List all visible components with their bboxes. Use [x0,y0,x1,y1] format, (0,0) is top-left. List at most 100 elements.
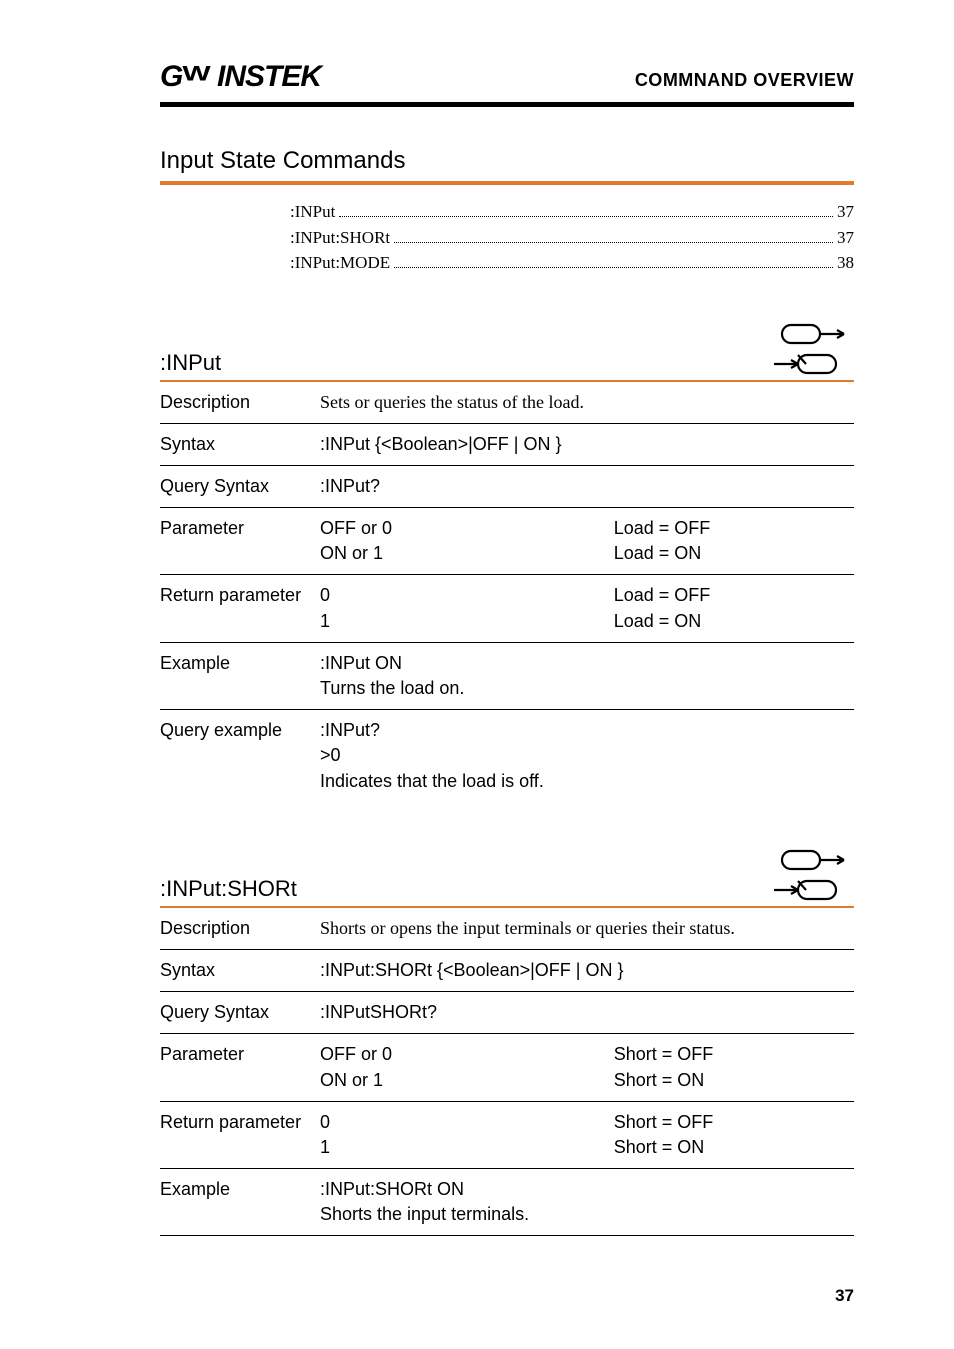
param-meaning: Short = ON [614,1068,854,1093]
row-content: OFF or 0Load = OFFON or 1Load = ON [320,516,854,566]
toc-dots [394,251,833,268]
command-header: :INPut [160,322,854,376]
set-query-icon [764,848,854,902]
detail-row: Parameter OFF or 0Short = OFFON or 1Shor… [160,1034,854,1100]
param-value: OFF or 0 [320,1042,614,1067]
param-meaning: Short = ON [614,1135,854,1160]
param-row: 1Load = ON [320,609,854,634]
command-header: :INPut:SHORt [160,848,854,902]
param-value: 1 [320,609,614,634]
row-content: :INPut?>0Indicates that the load is off. [320,718,854,794]
param-row: 1Short = ON [320,1135,854,1160]
toc-page: 38 [837,250,854,276]
row-content: :INPut {<Boolean>|OFF | ON } [320,432,854,457]
toc-row: :INPut:SHORt37 [290,225,854,251]
param-meaning: Short = OFF [614,1110,854,1135]
toc-label: :INPut [290,199,335,225]
section-divider [160,181,854,185]
detail-row: Return parameter 0Load = OFF1Load = ON [160,575,854,641]
detail-row: Description Sets or queries the status o… [160,382,854,423]
section-heading: Input State Commands [160,147,854,175]
row-label: Description [160,390,320,415]
toc-page: 37 [837,199,854,225]
row-divider [160,1235,854,1236]
row-label: Example [160,651,320,701]
detail-row: Query example :INPut?>0Indicates that th… [160,710,854,802]
param-row: OFF or 0Load = OFF [320,516,854,541]
row-line: :INPut ON [320,651,854,676]
param-row: 0Short = OFF [320,1110,854,1135]
row-content: Shorts or opens the input terminals or q… [320,916,854,941]
param-row: 0Load = OFF [320,583,854,608]
row-line: :INPut:SHORt ON [320,1177,854,1202]
row-label: Return parameter [160,1110,320,1160]
param-meaning: Load = ON [614,541,854,566]
row-label: Description [160,916,320,941]
detail-row: Query Syntax :INPut? [160,466,854,507]
param-value: 0 [320,1110,614,1135]
param-meaning: Short = OFF [614,1042,854,1067]
detail-row: Example :INPut ONTurns the load on. [160,643,854,709]
param-meaning: Load = OFF [614,583,854,608]
brand-logo: GW INSTEK [160,60,321,94]
row-label: Query Syntax [160,474,320,499]
param-value: ON or 1 [320,1068,614,1093]
param-row: ON or 1Load = ON [320,541,854,566]
row-content: Sets or queries the status of the load. [320,390,854,415]
row-label: Query Syntax [160,1000,320,1025]
row-label: Return parameter [160,583,320,633]
command-block: :INPut:SHORt Description Shorts or opens… [160,848,854,1237]
row-content: OFF or 0Short = OFFON or 1Short = ON [320,1042,854,1092]
row-line: :INPut:SHORt {<Boolean>|OFF | ON } [320,958,854,983]
command-block: :INPut Description Sets or queries the s… [160,322,854,802]
row-content: :INPutSHORt? [320,1000,854,1025]
param-row: ON or 1Short = ON [320,1068,854,1093]
detail-row: Query Syntax :INPutSHORt? [160,992,854,1033]
toc-page: 37 [837,225,854,251]
row-line: :INPut {<Boolean>|OFF | ON } [320,432,854,457]
row-line: Sets or queries the status of the load. [320,390,854,415]
detail-row: Example :INPut:SHORt ONShorts the input … [160,1169,854,1235]
row-label: Syntax [160,432,320,457]
toc-dots [394,226,833,243]
command-name: :INPut [160,350,221,376]
toc-row: :INPut:MODE 38 [290,250,854,276]
detail-row: Syntax :INPut:SHORt {<Boolean>|OFF | ON … [160,950,854,991]
page-number: 37 [160,1286,854,1306]
row-label: Example [160,1177,320,1227]
detail-row: Description Shorts or opens the input te… [160,908,854,949]
toc-label: :INPut:MODE [290,250,390,276]
param-meaning: Load = ON [614,609,854,634]
table-of-contents: :INPut 37:INPut:SHORt37:INPut:MODE 38 [290,199,854,276]
param-value: ON or 1 [320,541,614,566]
row-line: >0 [320,743,854,768]
row-line: Shorts or opens the input terminals or q… [320,916,854,941]
row-content: :INPut? [320,474,854,499]
row-line: :INPut? [320,718,854,743]
param-meaning: Load = OFF [614,516,854,541]
header-title: COMMNAND OVERVIEW [635,70,854,91]
row-content: 0Load = OFF1Load = ON [320,583,854,633]
row-line: Shorts the input terminals. [320,1202,854,1227]
row-label: Parameter [160,1042,320,1092]
row-line: :INPut? [320,474,854,499]
row-label: Syntax [160,958,320,983]
row-content: 0Short = OFF1Short = ON [320,1110,854,1160]
row-content: :INPut:SHORt {<Boolean>|OFF | ON } [320,958,854,983]
command-name: :INPut:SHORt [160,876,297,902]
param-row: OFF or 0Short = OFF [320,1042,854,1067]
param-value: 1 [320,1135,614,1160]
set-query-icon [764,322,854,376]
row-label: Parameter [160,516,320,566]
row-line: Turns the load on. [320,676,854,701]
row-label: Query example [160,718,320,794]
detail-row: Syntax :INPut {<Boolean>|OFF | ON } [160,424,854,465]
row-content: :INPut ONTurns the load on. [320,651,854,701]
param-value: OFF or 0 [320,516,614,541]
row-content: :INPut:SHORt ONShorts the input terminal… [320,1177,854,1227]
header-divider [160,102,854,107]
param-value: 0 [320,583,614,608]
toc-row: :INPut 37 [290,199,854,225]
detail-row: Return parameter 0Short = OFF1Short = ON [160,1102,854,1168]
row-line: :INPutSHORt? [320,1000,854,1025]
